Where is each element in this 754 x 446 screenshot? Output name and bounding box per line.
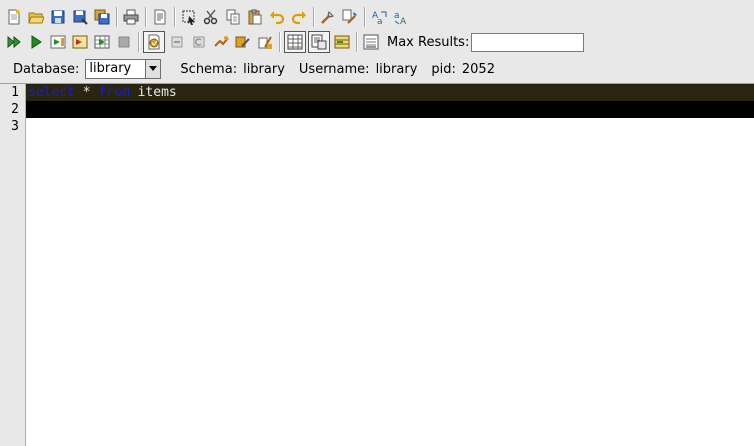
redo-icon[interactable] bbox=[289, 6, 309, 28]
pid-label: pid: bbox=[431, 61, 456, 77]
toolbar-separator bbox=[116, 7, 117, 27]
schema-value: library bbox=[243, 61, 285, 77]
find-icon[interactable] bbox=[318, 6, 338, 28]
stop-icon[interactable] bbox=[114, 31, 134, 53]
editor-text-area[interactable]: select * from items bbox=[26, 84, 754, 135]
change-case-icon[interactable]: aA bbox=[391, 6, 411, 28]
schema-label: Schema: bbox=[180, 61, 238, 77]
trace-icon[interactable] bbox=[233, 31, 253, 53]
line-number: 1 bbox=[11, 85, 19, 100]
svg-text:a: a bbox=[377, 17, 383, 25]
result-as-text-icon[interactable] bbox=[308, 31, 330, 53]
sql-keyword: select bbox=[28, 85, 75, 100]
execute-current-icon[interactable] bbox=[70, 31, 90, 53]
undo-icon[interactable] bbox=[267, 6, 287, 28]
svg-text:a: a bbox=[394, 11, 400, 21]
save-as-icon[interactable] bbox=[70, 6, 90, 28]
svg-text:A: A bbox=[400, 17, 407, 25]
toolbar-separator bbox=[313, 7, 314, 27]
execute-selected-icon[interactable] bbox=[48, 31, 68, 53]
page-properties-icon[interactable] bbox=[150, 6, 170, 28]
username-value: library bbox=[375, 61, 418, 77]
open-folder-icon[interactable] bbox=[26, 6, 46, 28]
execute-icon[interactable] bbox=[26, 31, 46, 53]
database-select-value: library bbox=[89, 61, 132, 76]
line-number: 2 bbox=[11, 102, 19, 117]
execute-all-icon[interactable] bbox=[4, 31, 24, 53]
schema-info: Schema: library bbox=[180, 62, 284, 77]
save-all-icon[interactable] bbox=[92, 6, 112, 28]
toolbar-separator bbox=[174, 7, 175, 27]
commit-icon[interactable] bbox=[167, 31, 187, 53]
replace-icon[interactable] bbox=[340, 6, 360, 28]
pid-info: pid: 2052 bbox=[431, 62, 495, 77]
connection-info-bar: Database: library Schema: library Usernam… bbox=[0, 57, 754, 81]
username-label: Username: bbox=[298, 61, 370, 77]
result-as-grid-icon[interactable] bbox=[284, 31, 306, 53]
toolbar-separator bbox=[138, 32, 139, 52]
save-icon[interactable] bbox=[48, 6, 68, 28]
explain-plan-icon[interactable] bbox=[211, 31, 231, 53]
select-all-icon[interactable] bbox=[179, 6, 199, 28]
toolbar-separator bbox=[145, 7, 146, 27]
copy-icon[interactable] bbox=[223, 6, 243, 28]
new-file-icon[interactable] bbox=[4, 6, 24, 28]
editor-line[interactable]: select * from items bbox=[26, 84, 754, 101]
max-results-input[interactable] bbox=[471, 32, 585, 52]
paste-icon[interactable] bbox=[245, 6, 265, 28]
username-info: Username: library bbox=[299, 62, 417, 77]
pid-value: 2052 bbox=[461, 61, 495, 77]
cut-icon[interactable] bbox=[201, 6, 221, 28]
toolbar-separator bbox=[356, 32, 357, 52]
chevron-down-icon[interactable] bbox=[145, 60, 161, 78]
editor-line-current[interactable] bbox=[26, 101, 754, 118]
clear-icon[interactable] bbox=[255, 31, 275, 53]
sql-text: * bbox=[74, 85, 99, 100]
editor-line[interactable] bbox=[26, 118, 754, 135]
autocommit-toggle-icon[interactable] bbox=[143, 31, 165, 53]
sql-editor[interactable]: 1 2 3 select * from items bbox=[0, 83, 754, 446]
rollback-icon[interactable] bbox=[189, 31, 209, 53]
format-sql-icon[interactable]: Aa bbox=[369, 6, 389, 28]
sql-text: items bbox=[129, 85, 177, 100]
max-results-label: Max Results: bbox=[387, 34, 470, 50]
toolbar-separator bbox=[364, 7, 365, 27]
result-panel-icon[interactable] bbox=[332, 31, 352, 53]
execute-to-grid-icon[interactable] bbox=[92, 31, 112, 53]
line-number: 3 bbox=[11, 119, 19, 134]
max-results-icon[interactable] bbox=[361, 31, 381, 53]
toolbar-separator bbox=[279, 32, 280, 52]
line-number-gutter: 1 2 3 bbox=[0, 84, 26, 446]
print-icon[interactable] bbox=[121, 6, 141, 28]
database-label: Database: bbox=[13, 61, 80, 77]
sql-keyword: from bbox=[98, 85, 130, 100]
main-toolbar: Aa aA bbox=[4, 4, 413, 30]
database-select[interactable]: library bbox=[85, 59, 162, 79]
execution-toolbar: Max Results: bbox=[4, 29, 585, 55]
